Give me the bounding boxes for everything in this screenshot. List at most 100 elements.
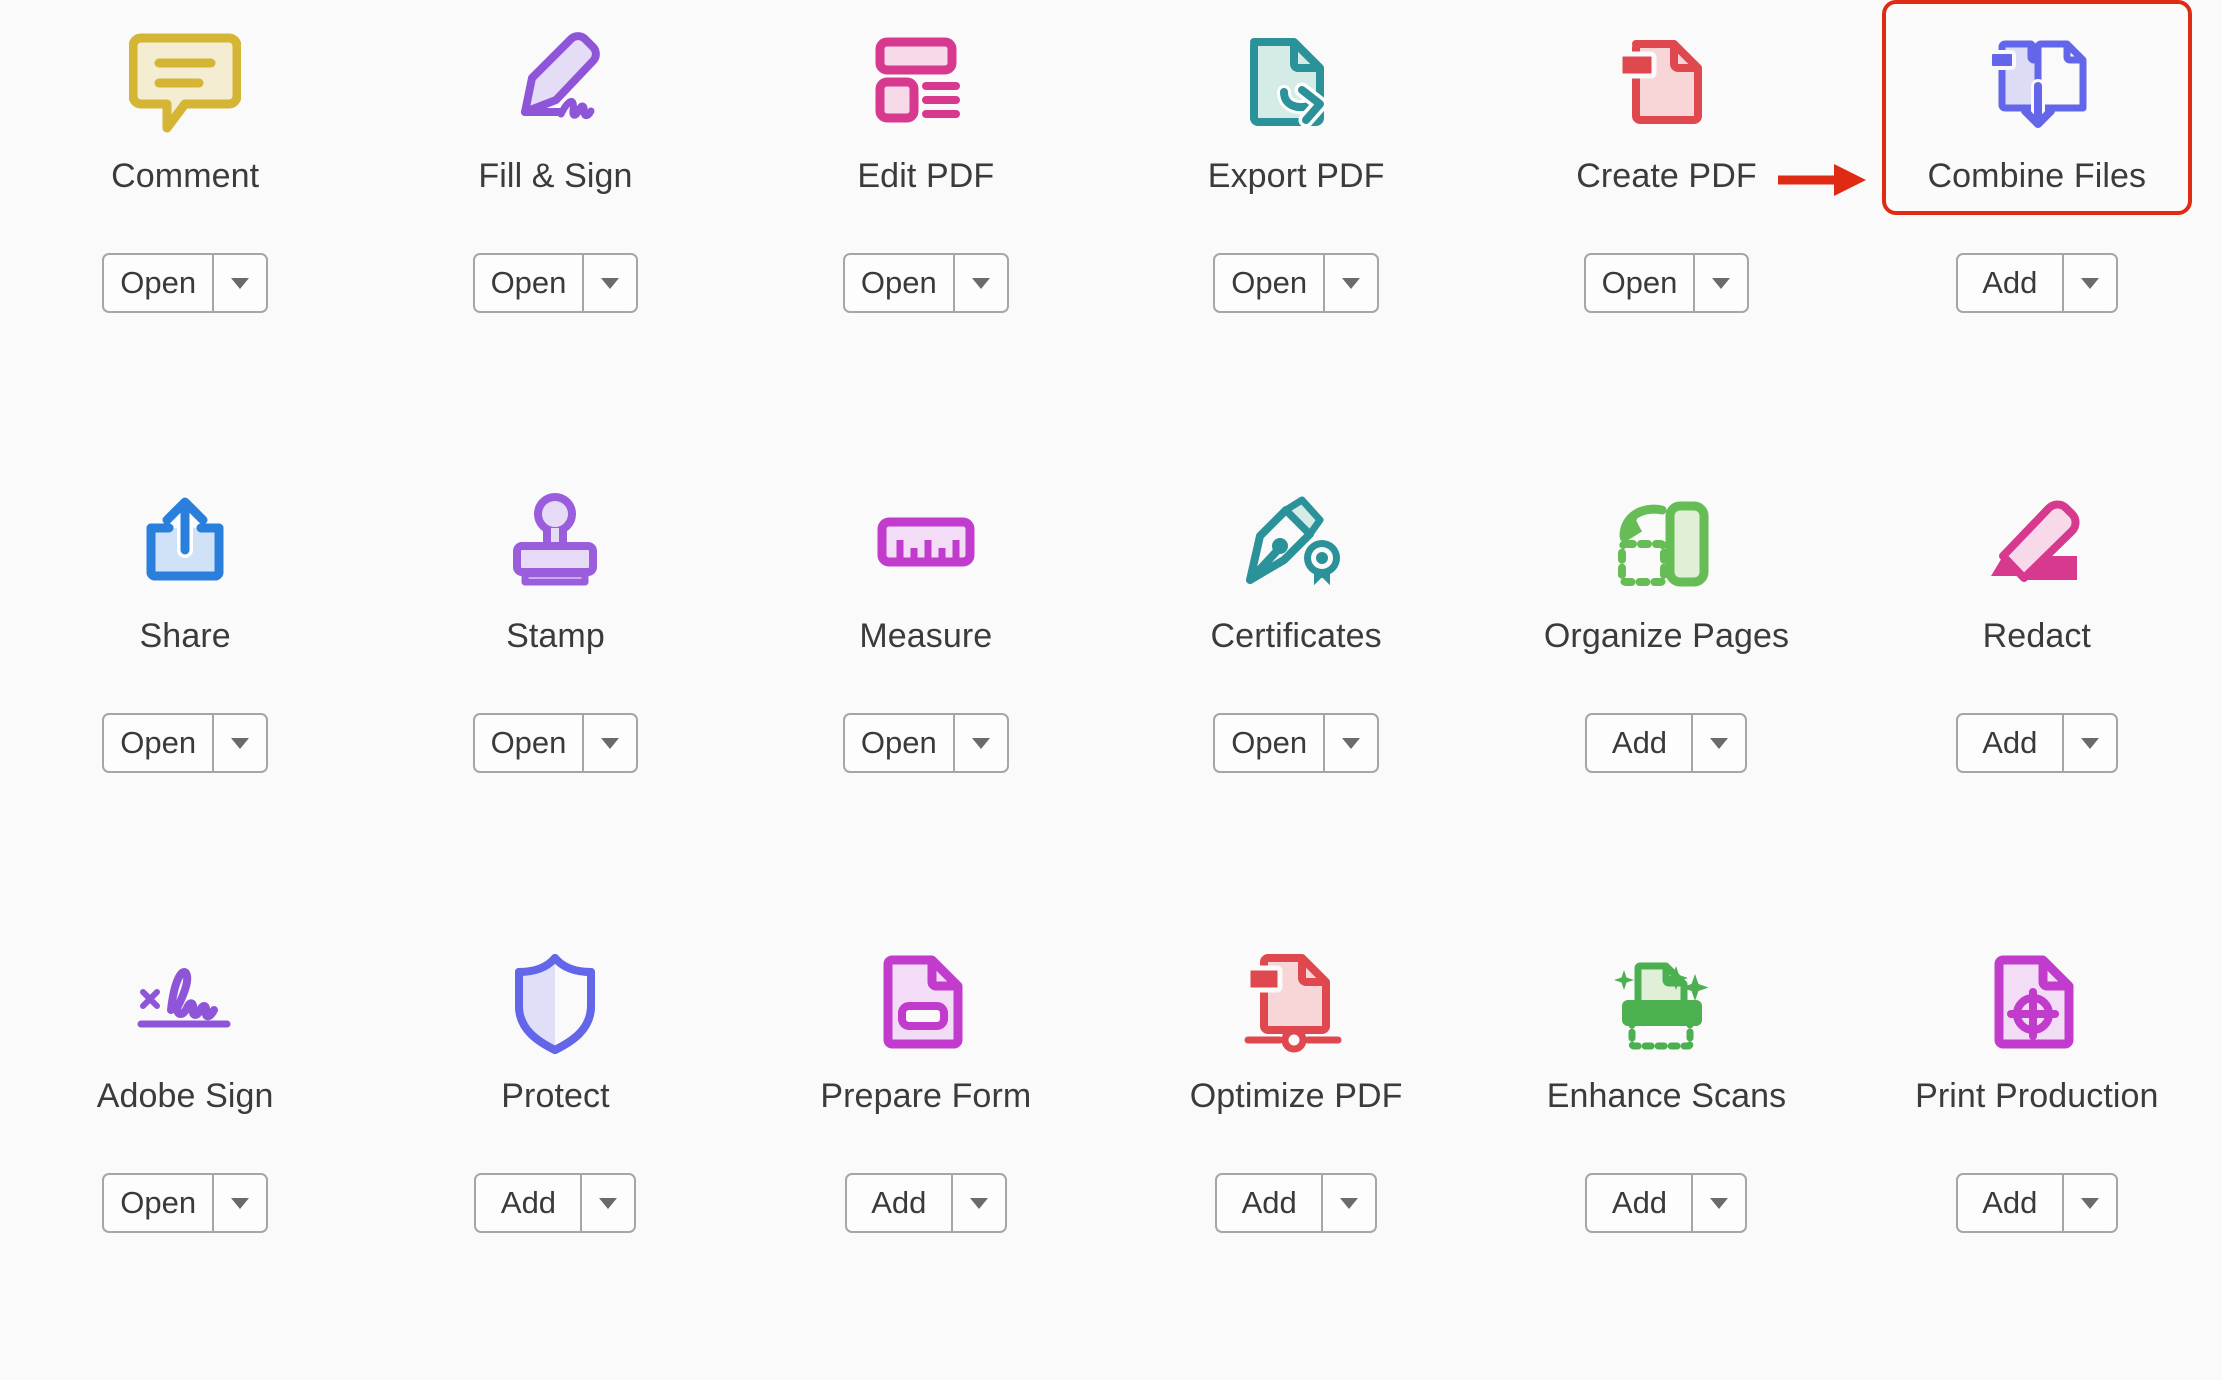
action-button-label[interactable]: Add bbox=[847, 1175, 951, 1231]
split-button-share[interactable]: Open bbox=[102, 713, 269, 774]
action-button-label[interactable]: Open bbox=[1586, 255, 1694, 311]
action-button-label[interactable]: Add bbox=[1217, 1175, 1321, 1231]
action-button-label[interactable]: Open bbox=[475, 255, 583, 311]
tool-cell-measure: Measure Open bbox=[741, 460, 1111, 920]
split-button-comment[interactable]: Open bbox=[102, 253, 269, 314]
split-button-fill-and-sign[interactable]: Open bbox=[472, 253, 639, 314]
action-button-label[interactable]: Add bbox=[476, 1175, 580, 1231]
tool-card-export-pdf[interactable]: Export PDF bbox=[1141, 0, 1451, 215]
ruler-icon bbox=[852, 482, 1000, 600]
tool-card-adobe-sign[interactable]: Adobe Sign bbox=[30, 920, 340, 1135]
split-button-organize-pages[interactable]: Add bbox=[1585, 713, 1748, 774]
action-wrap: Add bbox=[1955, 713, 2118, 774]
dropdown-toggle[interactable] bbox=[584, 715, 636, 771]
dropdown-toggle[interactable] bbox=[1695, 255, 1747, 311]
dropdown-toggle[interactable] bbox=[955, 255, 1007, 311]
dropdown-toggle[interactable] bbox=[582, 1175, 634, 1231]
action-button-label[interactable]: Add bbox=[1958, 1175, 2062, 1231]
tool-card-create-pdf[interactable]: Create PDF bbox=[1511, 0, 1821, 215]
action-button-label[interactable]: Open bbox=[104, 1175, 212, 1231]
split-button-protect[interactable]: Add bbox=[474, 1173, 637, 1234]
tool-card-stamp[interactable]: Stamp bbox=[400, 460, 710, 675]
action-button-label[interactable]: Add bbox=[1587, 715, 1691, 771]
split-button-certificates[interactable]: Open bbox=[1213, 713, 1380, 774]
action-button-label[interactable]: Open bbox=[1215, 715, 1323, 771]
dropdown-toggle[interactable] bbox=[214, 715, 266, 771]
chevron-down-icon bbox=[1340, 1197, 1359, 1209]
split-button-optimize-pdf[interactable]: Add bbox=[1215, 1173, 1378, 1234]
split-button-edit-pdf[interactable]: Open bbox=[842, 253, 1009, 314]
dropdown-toggle[interactable] bbox=[953, 1175, 1005, 1231]
dropdown-toggle[interactable] bbox=[1323, 1175, 1375, 1231]
tool-label: Fill & Sign bbox=[478, 157, 633, 195]
dropdown-toggle[interactable] bbox=[584, 255, 636, 311]
tool-card-redact[interactable]: Redact bbox=[1882, 460, 2192, 675]
action-button-label[interactable]: Open bbox=[845, 255, 953, 311]
action-wrap: Open bbox=[1583, 253, 1750, 314]
split-button-combine-files[interactable]: Add bbox=[1955, 253, 2118, 314]
split-button-measure[interactable]: Open bbox=[842, 713, 1009, 774]
action-wrap: Open bbox=[472, 253, 639, 314]
action-wrap: Add bbox=[474, 1173, 637, 1234]
dropdown-toggle[interactable] bbox=[1693, 715, 1745, 771]
tool-card-combine-files[interactable]: Combine Files bbox=[1881, 0, 2192, 216]
dropdown-toggle[interactable] bbox=[2064, 1175, 2116, 1231]
chevron-down-icon bbox=[971, 737, 990, 749]
create-document-icon bbox=[1592, 22, 1740, 140]
tool-card-optimize-pdf[interactable]: Optimize PDF bbox=[1141, 920, 1451, 1135]
action-button-label[interactable]: Add bbox=[1958, 255, 2062, 311]
action-button-label[interactable]: Open bbox=[1215, 255, 1323, 311]
tool-cell-organize-pages: Organize Pages Add bbox=[1481, 460, 1851, 920]
split-button-print-production[interactable]: Add bbox=[1955, 1173, 2118, 1234]
chevron-down-icon bbox=[1710, 737, 1729, 749]
split-button-enhance-scans[interactable]: Add bbox=[1585, 1173, 1748, 1234]
tool-card-measure[interactable]: Measure bbox=[771, 460, 1081, 675]
action-button-label[interactable]: Open bbox=[845, 715, 953, 771]
dropdown-toggle[interactable] bbox=[955, 715, 1007, 771]
split-button-create-pdf[interactable]: Open bbox=[1583, 253, 1750, 314]
chevron-down-icon bbox=[599, 1197, 618, 1209]
tool-card-certificates[interactable]: Certificates bbox=[1141, 460, 1451, 675]
organize-pages-rotate-icon bbox=[1592, 482, 1740, 600]
action-wrap: Add bbox=[1955, 253, 2118, 314]
chevron-down-icon bbox=[969, 1197, 988, 1209]
dropdown-toggle[interactable] bbox=[214, 1175, 266, 1231]
action-button-label[interactable]: Open bbox=[475, 715, 583, 771]
chevron-down-icon bbox=[1712, 277, 1731, 289]
split-button-adobe-sign[interactable]: Open bbox=[102, 1173, 269, 1234]
tool-card-protect[interactable]: Protect bbox=[400, 920, 710, 1135]
split-button-prepare-form[interactable]: Add bbox=[844, 1173, 1007, 1234]
action-button-label[interactable]: Open bbox=[104, 255, 212, 311]
chevron-down-icon bbox=[971, 277, 990, 289]
dropdown-toggle[interactable] bbox=[214, 255, 266, 311]
dropdown-toggle[interactable] bbox=[2064, 255, 2116, 311]
split-button-export-pdf[interactable]: Open bbox=[1213, 253, 1380, 314]
action-wrap: Add bbox=[1585, 1173, 1748, 1234]
tool-card-comment[interactable]: Comment bbox=[30, 0, 340, 215]
stamp-icon bbox=[481, 482, 629, 600]
dropdown-toggle[interactable] bbox=[1325, 255, 1377, 311]
tool-card-edit-pdf[interactable]: Edit PDF bbox=[771, 0, 1081, 215]
export-document-arrow-icon bbox=[1222, 22, 1370, 140]
tool-card-print-production[interactable]: Print Production bbox=[1882, 920, 2192, 1135]
action-button-label[interactable]: Add bbox=[1958, 715, 2062, 771]
chevron-down-icon bbox=[1342, 737, 1361, 749]
action-button-label[interactable]: Open bbox=[104, 715, 212, 771]
action-wrap: Open bbox=[472, 713, 639, 774]
action-wrap: Add bbox=[1955, 1173, 2118, 1234]
split-button-stamp[interactable]: Open bbox=[472, 713, 639, 774]
tool-cell-prepare-form: Prepare Form Add bbox=[741, 920, 1111, 1380]
chevron-down-icon bbox=[2080, 277, 2099, 289]
dropdown-toggle[interactable] bbox=[1325, 715, 1377, 771]
tool-card-share[interactable]: Share bbox=[30, 460, 340, 675]
tool-card-fill-and-sign[interactable]: Fill & Sign bbox=[400, 0, 710, 215]
tool-card-organize-pages[interactable]: Organize Pages bbox=[1511, 460, 1821, 675]
tool-card-prepare-form[interactable]: Prepare Form bbox=[771, 920, 1081, 1135]
tool-cell-stamp: Stamp Open bbox=[370, 460, 740, 920]
split-button-redact[interactable]: Add bbox=[1955, 713, 2118, 774]
dropdown-toggle[interactable] bbox=[1693, 1175, 1745, 1231]
tool-card-enhance-scans[interactable]: Enhance Scans bbox=[1511, 920, 1821, 1135]
dropdown-toggle[interactable] bbox=[2064, 715, 2116, 771]
tool-cell-adobe-sign: Adobe Sign Open bbox=[0, 920, 370, 1380]
action-button-label[interactable]: Add bbox=[1587, 1175, 1691, 1231]
